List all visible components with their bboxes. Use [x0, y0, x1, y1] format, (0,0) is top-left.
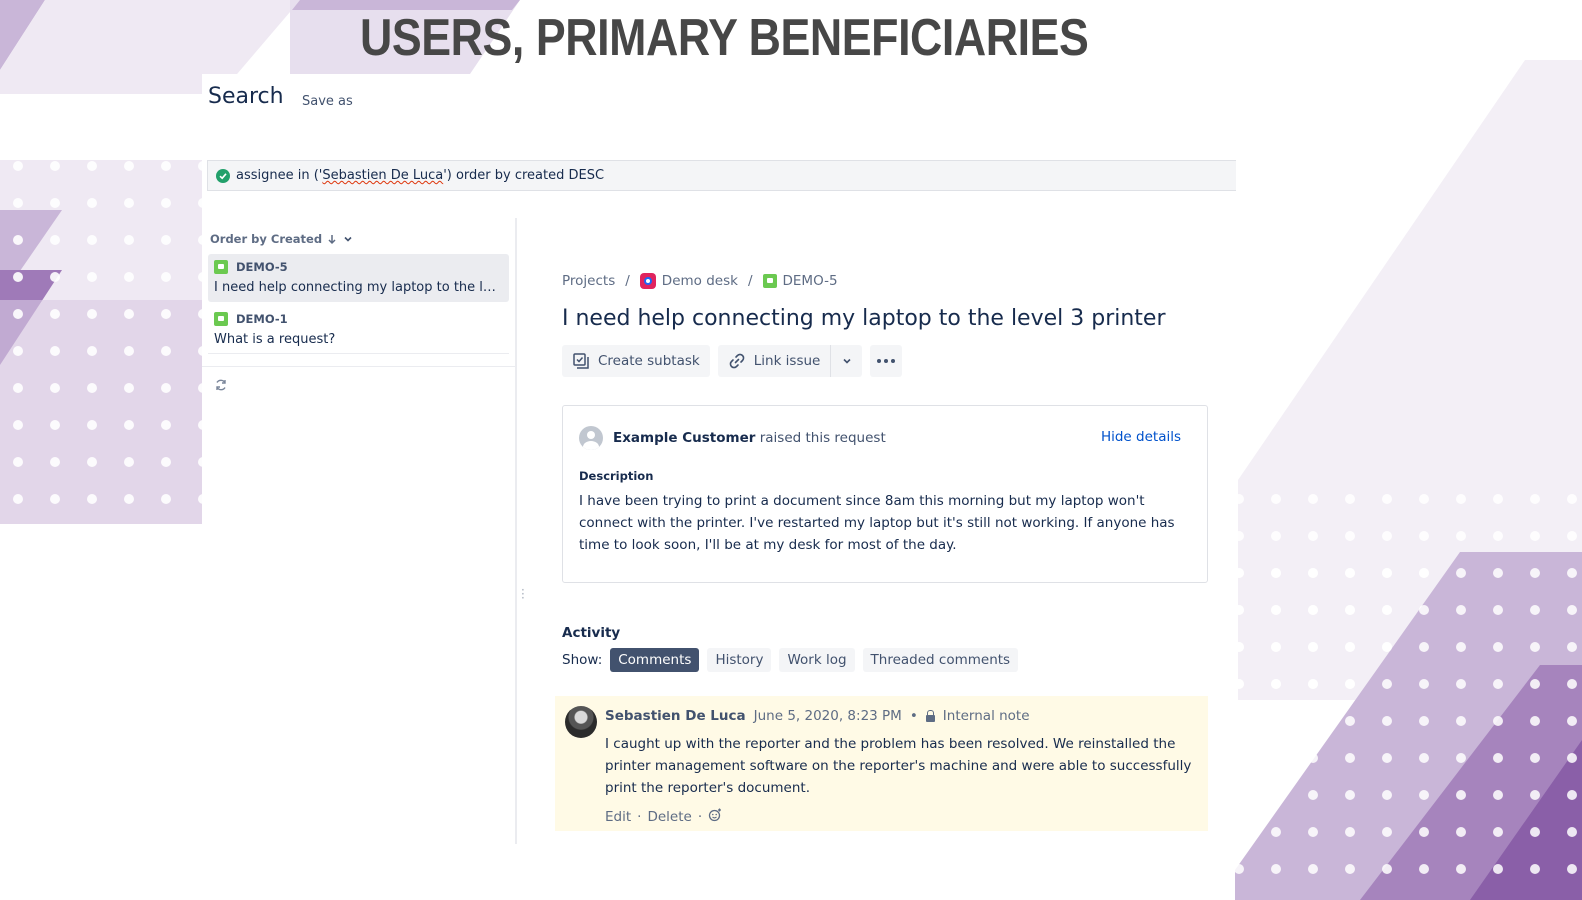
- comment-header: Sebastien De Luca June 5, 2020, 8:23 PM …: [605, 708, 1030, 724]
- reporter-name[interactable]: Example Customer: [613, 430, 755, 446]
- jql-query-text: assignee in ('Sebastien De Luca') order …: [236, 168, 604, 183]
- tab-threaded-comments[interactable]: Threaded comments: [862, 648, 1019, 672]
- action-separator: ·: [697, 809, 703, 825]
- breadcrumb-separator: /: [625, 273, 630, 289]
- comment-body: I caught up with the reporter and the pr…: [605, 736, 1192, 796]
- breadcrumb-issue[interactable]: DEMO-5: [762, 273, 838, 289]
- issue-list-pane: Order by Created DEMO-5 I need help conn…: [202, 218, 517, 844]
- create-subtask-label: Create subtask: [598, 353, 700, 369]
- list-divider: [202, 366, 517, 367]
- issue-key: DEMO-1: [236, 312, 288, 326]
- chevron-down-icon: [843, 358, 851, 364]
- arrow-down-icon: [328, 235, 336, 245]
- bg-dots: [0, 160, 202, 524]
- comment-actions: Edit · Delete ·: [605, 808, 722, 826]
- jql-query-suffix: ') order by created DESC: [443, 168, 605, 183]
- slide-title: USERS, PRIMARY BENEFICIARIES: [360, 9, 1089, 67]
- avatar: [565, 706, 597, 738]
- link-issue-dropdown[interactable]: [830, 345, 863, 377]
- save-as-button[interactable]: Save as: [302, 94, 353, 109]
- reporter-row: Example Customer raised this request: [579, 426, 886, 450]
- link-issue-button[interactable]: Link issue: [717, 345, 831, 377]
- more-icon: [877, 359, 896, 363]
- pane-resize-handle[interactable]: · · ·: [521, 584, 525, 604]
- service-request-icon: [762, 274, 777, 288]
- tab-work-log[interactable]: Work log: [779, 648, 855, 672]
- breadcrumb-project[interactable]: Demo desk: [639, 273, 738, 289]
- jql-query-prefix: assignee in (': [236, 168, 323, 183]
- comment-author[interactable]: Sebastien De Luca: [605, 708, 746, 724]
- edit-comment-button[interactable]: Edit: [605, 809, 631, 825]
- service-request-icon: [214, 260, 228, 274]
- subtask-icon: [573, 353, 589, 369]
- breadcrumb-separator: /: [747, 273, 753, 289]
- bg-dots: [1235, 552, 1582, 900]
- chevron-down-icon[interactable]: [342, 233, 354, 245]
- request-details-panel: Example Customer raised this request Hid…: [562, 405, 1208, 583]
- activity-filter: Show: Comments History Work log Threaded…: [562, 648, 1019, 672]
- more-actions-button[interactable]: [870, 345, 903, 377]
- hide-details-link[interactable]: Hide details: [1101, 429, 1181, 445]
- activity-heading: Activity: [562, 625, 621, 641]
- comment: Sebastien De Luca June 5, 2020, 8:23 PM …: [555, 696, 1208, 831]
- service-request-icon: [214, 312, 228, 326]
- order-by-button[interactable]: Order by Created: [210, 232, 354, 246]
- description-label: Description: [579, 469, 654, 483]
- jql-query-name: Sebastien De Luca: [322, 168, 444, 183]
- comment-date[interactable]: June 5, 2020, 8:23 PM: [754, 708, 902, 724]
- issue-list-item[interactable]: DEMO-1 What is a request?: [208, 306, 509, 354]
- lock-icon: [925, 709, 935, 722]
- check-circle-icon: [216, 168, 230, 183]
- comment-bullet: •: [909, 708, 918, 724]
- order-by-label: Order by Created: [210, 232, 323, 246]
- jira-search-panel: Search Save as assignee in ('Sebastien D…: [202, 74, 1236, 844]
- issue-toolbar: Create subtask Link issue: [562, 345, 903, 377]
- breadcrumb-issue-label: DEMO-5: [782, 273, 838, 289]
- avatar: [579, 426, 603, 450]
- description-text[interactable]: I have been trying to print a document s…: [579, 490, 1179, 556]
- link-issue-label: Link issue: [753, 353, 821, 369]
- issue-summary: What is a request?: [214, 332, 336, 347]
- breadcrumb: Projects / Demo desk / DEMO-5: [562, 273, 838, 289]
- internal-note-label: Internal note: [942, 708, 1030, 724]
- page-title: Search: [208, 84, 284, 109]
- delete-comment-button[interactable]: Delete: [647, 809, 691, 825]
- link-icon: [729, 353, 745, 369]
- create-subtask-button[interactable]: Create subtask: [562, 345, 710, 377]
- tab-comments[interactable]: Comments: [610, 648, 700, 672]
- add-reaction-icon[interactable]: [708, 808, 722, 826]
- action-separator: ·: [637, 809, 642, 825]
- tab-history[interactable]: History: [707, 648, 772, 672]
- link-issue-split-button: Link issue: [717, 345, 863, 377]
- breadcrumb-projects[interactable]: Projects: [562, 273, 615, 289]
- project-avatar-icon: [639, 273, 656, 289]
- issue-summary: I need help connecting my laptop to the …: [214, 280, 503, 295]
- show-label: Show:: [562, 652, 603, 668]
- issue-title[interactable]: I need help connecting my laptop to the …: [562, 306, 1166, 331]
- refresh-icon[interactable]: [214, 378, 228, 396]
- breadcrumb-project-label: Demo desk: [661, 273, 738, 289]
- issue-list-item[interactable]: DEMO-5 I need help connecting my laptop …: [208, 254, 509, 302]
- jql-search-input[interactable]: assignee in ('Sebastien De Luca') order …: [207, 160, 1236, 191]
- issue-key: DEMO-5: [236, 260, 288, 274]
- raised-text: raised this request: [759, 430, 886, 446]
